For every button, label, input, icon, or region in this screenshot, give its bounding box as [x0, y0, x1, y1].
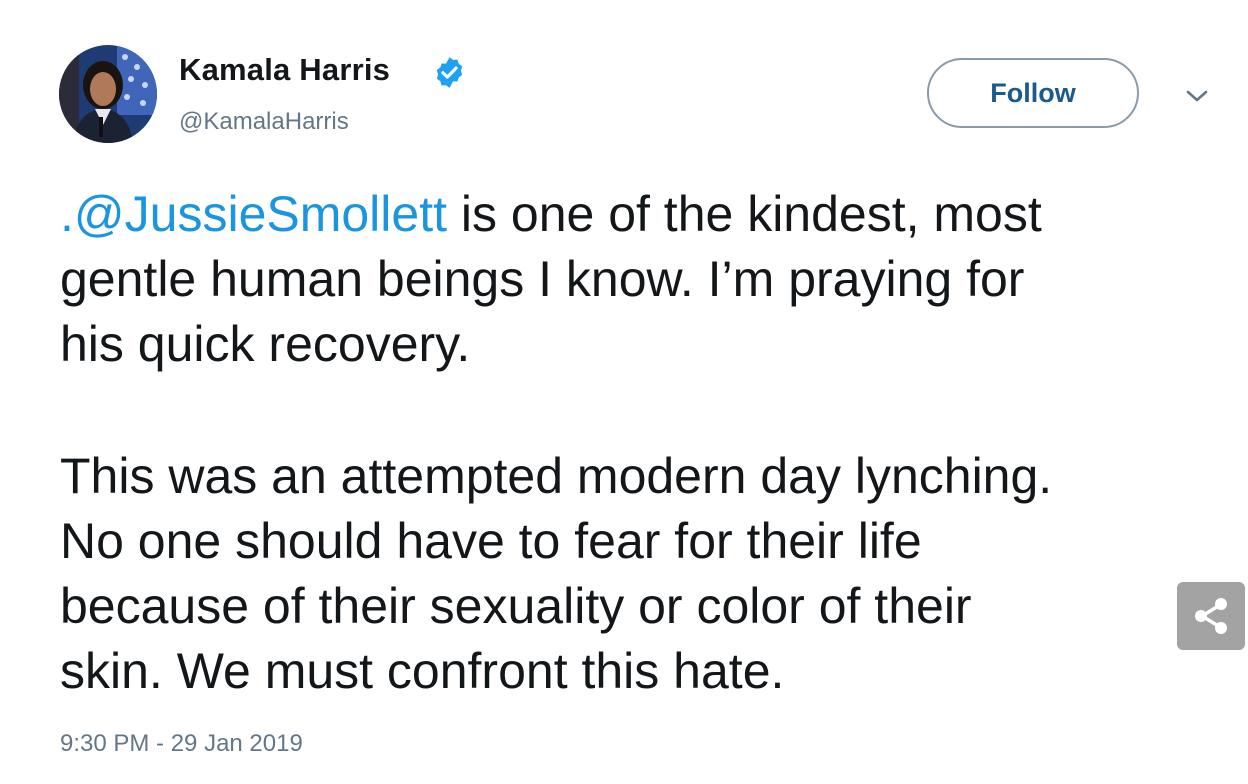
avatar[interactable] [59, 45, 157, 143]
tweet-line: his quick recovery. [60, 316, 471, 372]
tweet-timestamp[interactable]: 9:30 PM - 29 Jan 2019 [60, 730, 303, 758]
verified-badge-icon [436, 57, 463, 88]
share-button[interactable] [1177, 582, 1245, 650]
chevron-down-icon[interactable] [1182, 84, 1212, 108]
tweet-line: No one should have to fear for their lif… [60, 513, 922, 569]
tweet-card: Kamala Harris @KamalaHarris Follow .@Jus… [0, 0, 1248, 784]
tweet-line: gentle human beings I know. I’m praying … [60, 251, 1025, 307]
share-icon [1195, 598, 1227, 634]
tweet-text: .@JussieSmollett is one of the kindest, … [60, 182, 1180, 704]
author-display-name[interactable]: Kamala Harris [179, 52, 390, 88]
follow-button[interactable]: Follow [927, 58, 1139, 128]
tweet-line: because of their sexuality or color of t… [60, 578, 972, 634]
profile-photo-icon [59, 45, 157, 143]
tweet-line: This was an attempted modern day lynchin… [60, 448, 1053, 504]
author-handle[interactable]: @KamalaHarris [179, 108, 349, 136]
tweet-line: .@JussieSmollett is one of the kindest, … [60, 182, 1180, 247]
mention-link[interactable]: .@JussieSmollett [60, 186, 447, 242]
tweet-line-text: is one of the kindest, most [447, 186, 1042, 242]
tweet-line: skin. We must confront this hate. [60, 643, 785, 699]
